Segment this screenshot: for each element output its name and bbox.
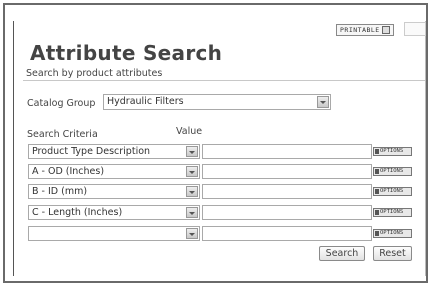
options-label: OPTIONS xyxy=(380,148,404,154)
options-label: OPTIONS xyxy=(380,168,404,174)
value-input-4[interactable] xyxy=(202,205,372,220)
criteria-column-header: Search Criteria xyxy=(27,129,98,140)
chevron-down-icon[interactable] xyxy=(186,146,198,157)
criteria-select-value: Product Type Description xyxy=(32,146,151,157)
reset-button[interactable]: Reset xyxy=(373,246,412,261)
chevron-down-icon[interactable] xyxy=(186,207,198,218)
criteria-select-2[interactable]: A - OD (Inches) xyxy=(28,164,200,179)
printable-label: PRINTABLE xyxy=(340,26,380,34)
chevron-down-icon[interactable] xyxy=(317,96,329,108)
value-input-3[interactable] xyxy=(202,184,372,199)
catalog-group-label: Catalog Group xyxy=(27,98,96,109)
catalog-group-value: Hydraulic Filters xyxy=(107,96,184,107)
options-button-2[interactable]: OPTIONS xyxy=(373,167,412,176)
options-button-4[interactable]: OPTIONS xyxy=(373,208,412,217)
right-divider xyxy=(425,21,426,276)
options-icon xyxy=(375,231,379,236)
chevron-down-icon[interactable] xyxy=(186,228,198,239)
options-icon xyxy=(375,210,379,215)
criteria-select-5[interactable] xyxy=(28,226,200,241)
criteria-select-value: B - ID (mm) xyxy=(32,186,88,197)
value-input-1[interactable] xyxy=(202,144,372,159)
criteria-select-value: A - OD (Inches) xyxy=(32,166,105,177)
page-title: Attribute Search xyxy=(30,41,223,65)
criteria-select-3[interactable]: B - ID (mm) xyxy=(28,184,200,199)
left-divider xyxy=(13,21,14,276)
value-column-header: Value xyxy=(176,126,203,137)
criteria-select-value: C - Length (Inches) xyxy=(32,207,123,218)
options-icon xyxy=(375,149,379,154)
options-button-5[interactable]: OPTIONS xyxy=(373,229,412,238)
options-label: OPTIONS xyxy=(380,230,404,236)
chevron-down-icon[interactable] xyxy=(186,186,198,197)
chevron-down-icon[interactable] xyxy=(186,166,198,177)
value-input-2[interactable] xyxy=(202,164,372,179)
printable-button[interactable]: PRINTABLE xyxy=(336,24,394,36)
top-right-box xyxy=(404,22,426,36)
value-input-5[interactable] xyxy=(202,226,372,241)
criteria-select-1[interactable]: Product Type Description xyxy=(28,144,200,159)
options-icon xyxy=(375,189,379,194)
options-button-1[interactable]: OPTIONS xyxy=(373,147,412,156)
page-subtitle: Search by product attributes xyxy=(26,68,163,79)
divider xyxy=(23,80,425,81)
options-label: OPTIONS xyxy=(380,188,404,194)
options-label: OPTIONS xyxy=(380,209,404,215)
criteria-select-4[interactable]: C - Length (Inches) xyxy=(28,205,200,220)
options-button-3[interactable]: OPTIONS xyxy=(373,187,412,196)
catalog-group-select[interactable]: Hydraulic Filters xyxy=(103,94,331,110)
options-icon xyxy=(375,169,379,174)
printer-icon xyxy=(381,26,390,34)
search-button[interactable]: Search xyxy=(319,246,365,261)
